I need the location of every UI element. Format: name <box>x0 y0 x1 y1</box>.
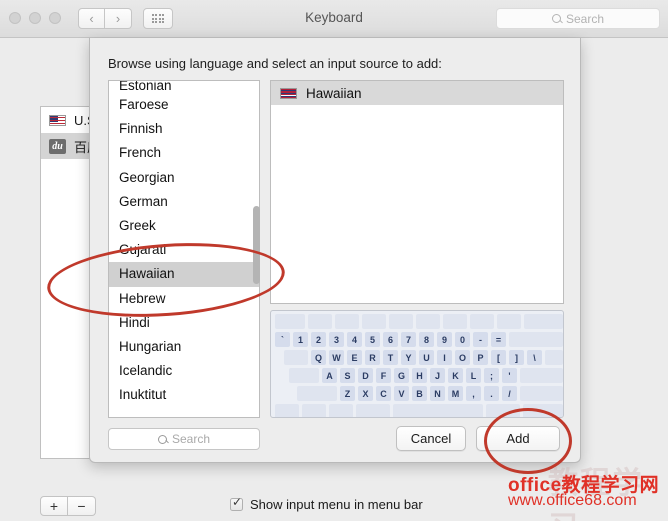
keyboard-key-Q: Q <box>311 350 326 365</box>
remove-input-source-button[interactable]: − <box>68 496 96 516</box>
keyboard-key-,: , <box>466 386 481 401</box>
keyboard-row-bottom: Z X C V B N M,. / <box>271 386 563 401</box>
language-list-scrollbar[interactable] <box>253 206 260 284</box>
language-list-item[interactable]: Faroese <box>109 93 259 117</box>
language-list-item[interactable]: Greek <box>109 214 259 238</box>
language-list-item[interactable]: Gujarati <box>109 238 259 262</box>
keyboard-key-0: 0 <box>455 332 470 347</box>
language-list[interactable]: Estonian Faroese Finnish French Georgian… <box>108 80 260 418</box>
keyboard-key-B: B <box>412 386 427 401</box>
input-source-result-row-hawaiian[interactable]: Hawaiian <box>271 81 563 105</box>
keyboard-key-7: 7 <box>401 332 416 347</box>
window-titlebar: ‹ › Keyboard Search <box>0 0 668 38</box>
keyboard-key-P: P <box>473 350 488 365</box>
keyboard-key-W: W <box>329 350 344 365</box>
keyboard-key-L: L <box>466 368 481 383</box>
keyboard-key-.: . <box>484 386 499 401</box>
input-source-result-label: Hawaiian <box>306 85 362 101</box>
show-input-menu-checkbox[interactable] <box>230 496 243 511</box>
keyboard-key-1: 1 <box>293 332 308 347</box>
toolbar-search-input[interactable]: Search <box>496 8 660 29</box>
show-input-menu-label: Show input menu in menu bar <box>250 497 423 512</box>
keyboard-key-I: I <box>437 350 452 365</box>
language-list-item[interactable]: German <box>109 190 259 214</box>
keyboard-key-A: A <box>322 368 337 383</box>
keyboard-key-2: 2 <box>311 332 326 347</box>
add-button[interactable]: Add <box>476 426 560 451</box>
us-flag-icon <box>49 114 66 126</box>
keyboard-key-F: F <box>376 368 391 383</box>
language-list-item[interactable]: Estonian <box>109 81 259 93</box>
keyboard-row-qwerty: Q W E R T Y U I O P[] \ <box>271 350 563 365</box>
keyboard-key-]: ] <box>509 350 524 365</box>
keyboard-key-': ' <box>502 368 517 383</box>
keyboard-row-numbers: ` 1 2 3 4 5 6 7 8 9 0- = <box>271 332 563 347</box>
keyboard-key-/: / <box>502 386 517 401</box>
keyboard-key-M: M <box>448 386 463 401</box>
language-list-item[interactable]: Finnish <box>109 117 259 141</box>
language-list-item[interactable]: Icelandic <box>109 359 259 383</box>
keyboard-key--: - <box>473 332 488 347</box>
language-search-input[interactable]: Search <box>108 428 260 450</box>
keyboard-key-5: 5 <box>365 332 380 347</box>
keyboard-key-[: [ <box>491 350 506 365</box>
sheet-title: Browse using language and select an inpu… <box>108 56 442 71</box>
keyboard-key-U: U <box>419 350 434 365</box>
keyboard-key-N: N <box>430 386 445 401</box>
toolbar-search-placeholder: Search <box>565 11 605 26</box>
keyboard-key-S: S <box>340 368 355 383</box>
language-list-item-hawaiian[interactable]: Hawaiian <box>109 262 259 287</box>
search-icon <box>551 14 561 23</box>
keyboard-key-Y: Y <box>401 350 416 365</box>
language-list-item[interactable]: Inuktitut <box>109 383 259 407</box>
language-list-item[interactable]: Georgian <box>109 166 259 190</box>
search-icon <box>157 434 167 444</box>
keyboard-key-T: T <box>383 350 398 365</box>
keyboard-layout-preview: ` 1 2 3 4 5 6 7 8 9 0- = Q W E R T Y U I O P[] \ A S D F G H J K L; ' … <box>270 310 564 418</box>
add-input-source-button[interactable]: + <box>40 496 68 516</box>
keyboard-key-H: H <box>412 368 427 383</box>
keyboard-key-6: 6 <box>383 332 398 347</box>
cancel-button[interactable]: Cancel <box>396 426 466 451</box>
hawaii-flag-icon <box>280 87 297 99</box>
keyboard-key-\: \ <box>527 350 542 365</box>
keyboard-key-8: 8 <box>419 332 434 347</box>
keyboard-key-K: K <box>448 368 463 383</box>
keyboard-key-O: O <box>455 350 470 365</box>
language-list-item[interactable]: Hungarian <box>109 335 259 359</box>
keyboard-key-3: 3 <box>329 332 344 347</box>
keyboard-row-home: A S D F G H J K L; ' <box>271 368 563 383</box>
keyboard-row-spacebar <box>271 404 563 417</box>
language-search-placeholder: Search <box>171 432 211 446</box>
language-list-item[interactable]: Hebrew <box>109 287 259 311</box>
keyboard-key-`: ` <box>275 332 290 347</box>
keyboard-key-C: C <box>376 386 391 401</box>
add-remove-source-buttons: + − <box>40 496 96 516</box>
keyboard-key-D: D <box>358 368 373 383</box>
keyboard-key-;: ; <box>484 368 499 383</box>
add-input-source-sheet: Browse using language and select an inpu… <box>89 38 581 463</box>
keyboard-key-G: G <box>394 368 409 383</box>
keyboard-key-X: X <box>358 386 373 401</box>
keyboard-key-J: J <box>430 368 445 383</box>
keyboard-key-R: R <box>365 350 380 365</box>
language-list-item[interactable]: Hindi <box>109 311 259 335</box>
show-input-menu-checkbox-row[interactable]: Show input menu in menu bar <box>230 496 423 512</box>
keyboard-key-9: 9 <box>437 332 452 347</box>
keyboard-key-Z: Z <box>340 386 355 401</box>
input-source-result-list[interactable]: Hawaiian <box>270 80 564 304</box>
language-list-item[interactable]: French <box>109 141 259 165</box>
du-badge-icon: du <box>49 138 66 154</box>
keyboard-key-E: E <box>347 350 362 365</box>
keyboard-key-4: 4 <box>347 332 362 347</box>
keyboard-preferences-window: ‹ › Keyboard Search U.S. du 百度 + − ✓ Sho… <box>0 0 668 521</box>
keyboard-key-V: V <box>394 386 409 401</box>
keyboard-key-=: = <box>491 332 506 347</box>
keyboard-row-function <box>271 314 563 329</box>
